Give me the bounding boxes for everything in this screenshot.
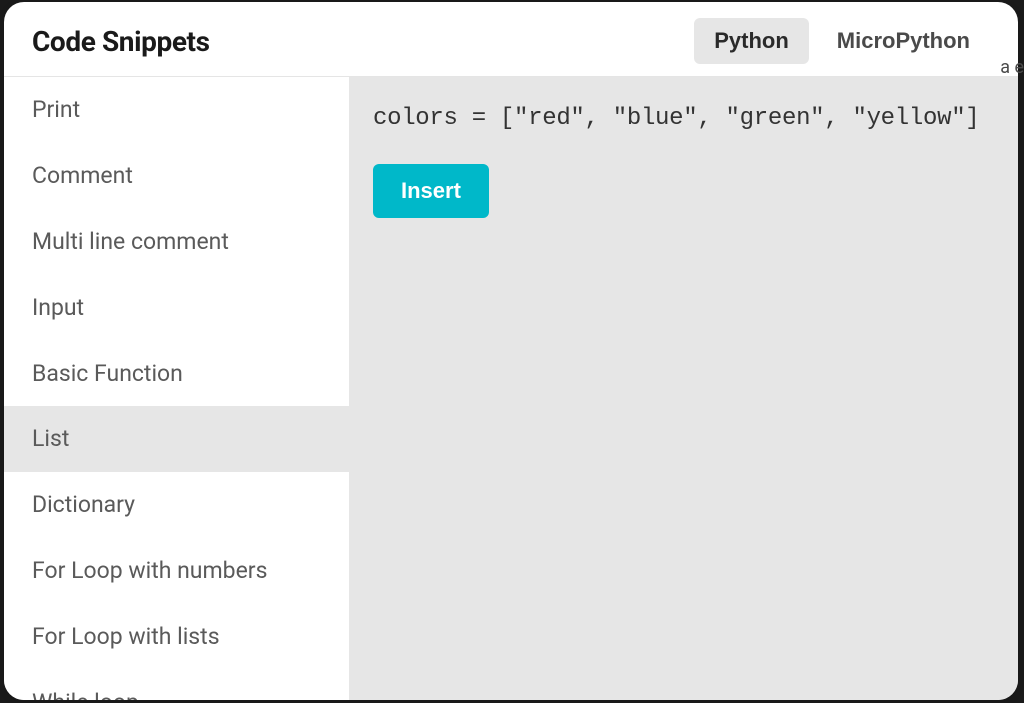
snippet-item-for-loop-lists[interactable]: For Loop with lists xyxy=(4,604,349,670)
panel-header: Code Snippets Python MicroPython xyxy=(4,2,1018,77)
panel-title: Code Snippets xyxy=(32,25,210,58)
tab-python[interactable]: Python xyxy=(694,18,809,64)
snippet-preview: colors = ["red", "blue", "green", "yello… xyxy=(349,77,1018,700)
code-preview: colors = ["red", "blue", "green", "yello… xyxy=(373,105,994,132)
snippet-item-list[interactable]: List xyxy=(4,406,349,472)
snippet-item-basic-function[interactable]: Basic Function xyxy=(4,341,349,407)
snippet-item-print[interactable]: Print xyxy=(4,77,349,143)
language-tabs: Python MicroPython xyxy=(694,18,990,64)
edge-truncated-text: a e xyxy=(1000,58,1024,78)
snippet-item-comment[interactable]: Comment xyxy=(4,143,349,209)
snippet-item-input[interactable]: Input xyxy=(4,275,349,341)
snippet-item-dictionary[interactable]: Dictionary xyxy=(4,472,349,538)
code-snippets-panel: Code Snippets Python MicroPython Print C… xyxy=(4,2,1018,700)
snippet-item-while-loop[interactable]: While loop xyxy=(4,670,349,700)
insert-button[interactable]: Insert xyxy=(373,164,489,218)
snippet-list[interactable]: Print Comment Multi line comment Input B… xyxy=(4,77,349,700)
tab-micropython[interactable]: MicroPython xyxy=(817,18,990,64)
panel-content: Print Comment Multi line comment Input B… xyxy=(4,77,1018,700)
snippet-item-for-loop-numbers[interactable]: For Loop with numbers xyxy=(4,538,349,604)
snippet-item-multi-line-comment[interactable]: Multi line comment xyxy=(4,209,349,275)
